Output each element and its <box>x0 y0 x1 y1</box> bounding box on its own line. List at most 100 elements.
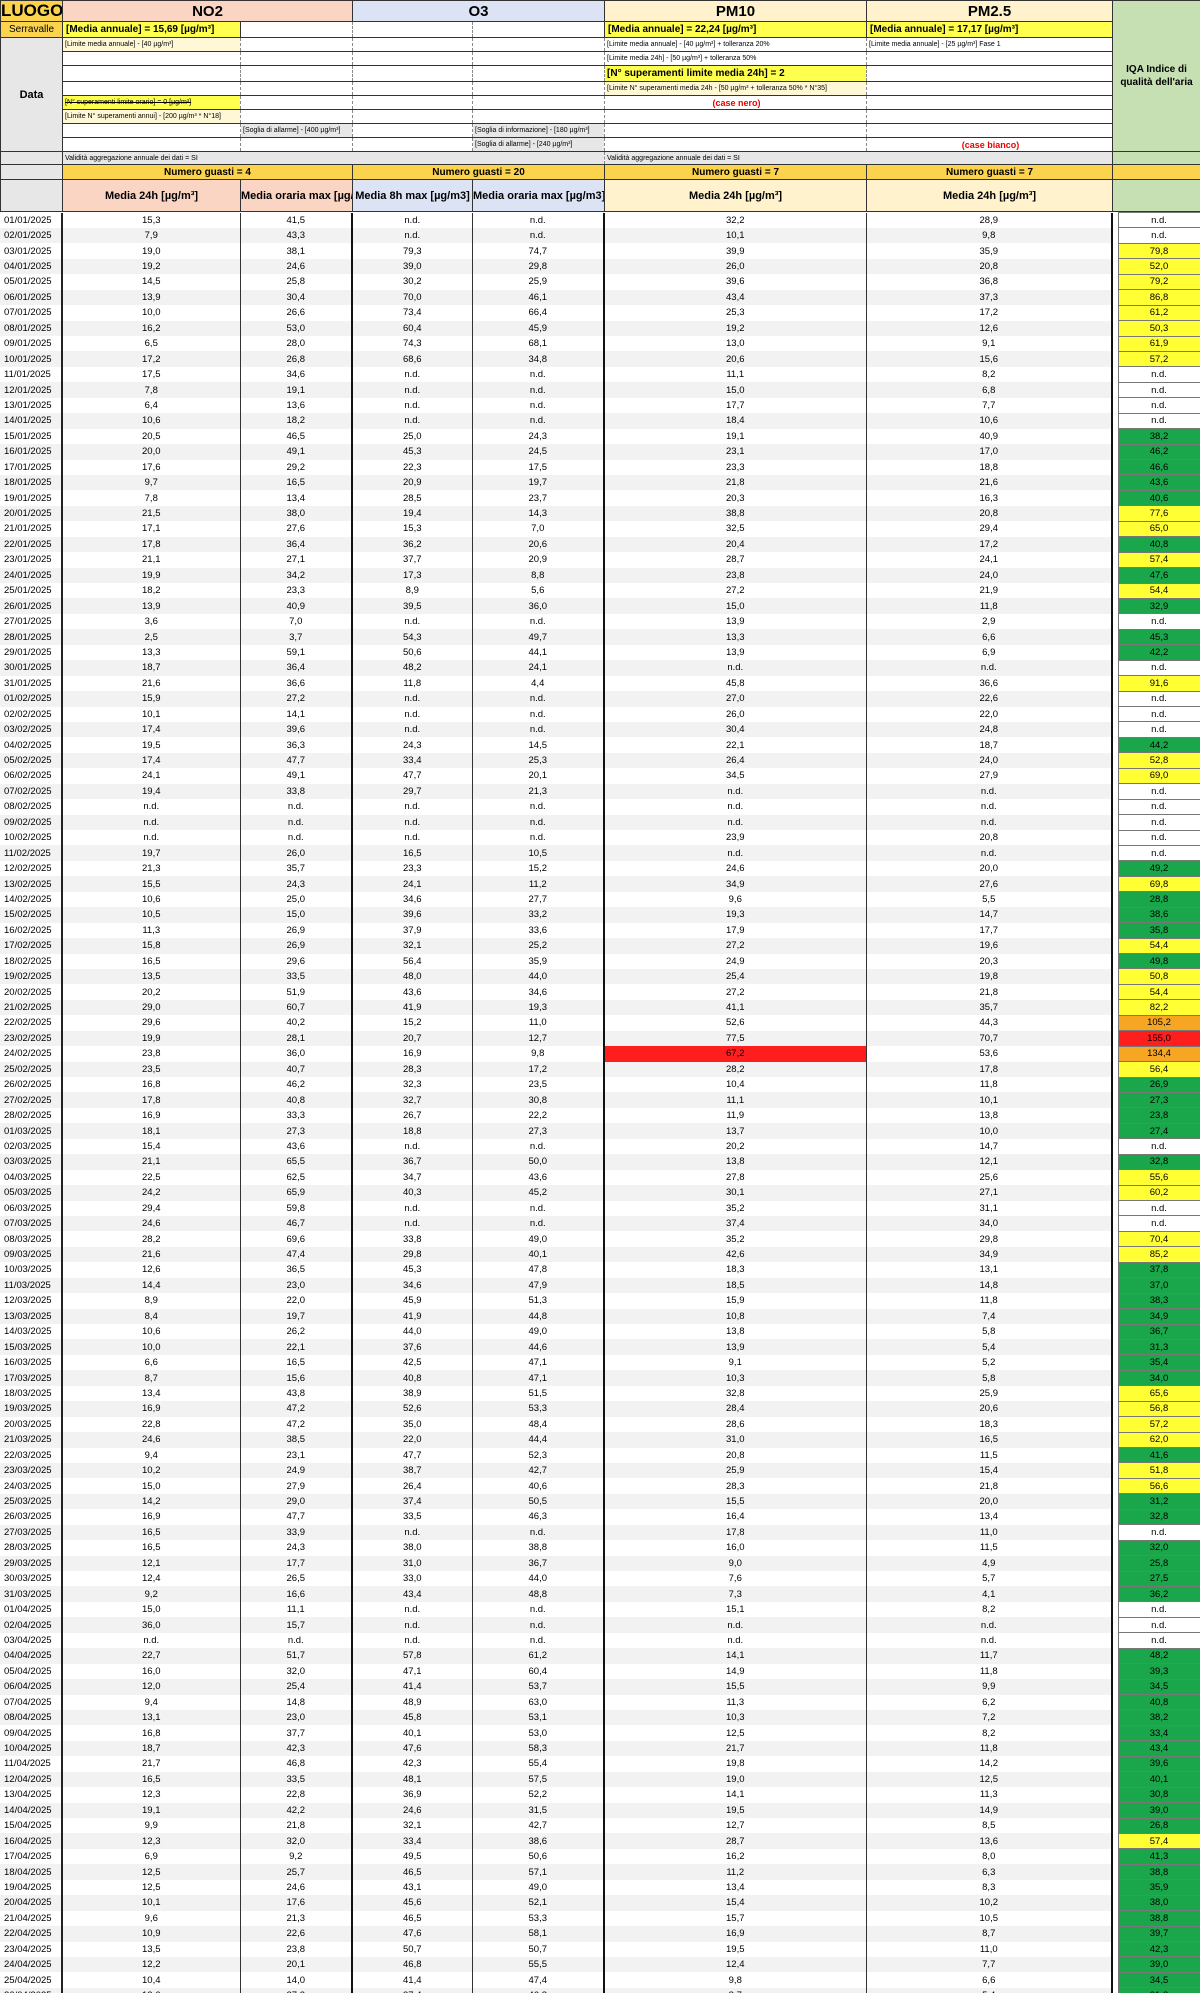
cell-iqa: 134,4 <box>1117 1045 1200 1063</box>
cell-date: 06/04/2025 <box>0 1679 63 1695</box>
cell-no2-24h: 16,0 <box>62 1663 241 1680</box>
cell-no2-max: 22,8 <box>240 1787 353 1803</box>
table-row: 24/02/2025 23,8 36,0 16,9 9,8 67,2 53,6 134,4 <box>0 1045 1200 1063</box>
table-row: 28/02/2025 16,9 33,3 26,7 22,2 11,9 13,8 23,8 <box>0 1107 1200 1124</box>
cell-o3-8h: 48,9 <box>352 1694 473 1710</box>
cell-no2-24h: 16,5 <box>62 1540 241 1556</box>
cell-pm10-24h: 43,4 <box>604 289 867 306</box>
cell-o3-max: 10,5 <box>472 845 605 861</box>
cell-iqa: 30,8 <box>1117 1786 1200 1804</box>
cell-no2-max: 62,5 <box>240 1169 353 1186</box>
cell-date: 17/01/2025 <box>0 459 63 475</box>
table-row: 24/04/2025 12,2 20,1 46,8 55,5 12,4 7,7 39,0 <box>0 1956 1200 1973</box>
cell-pm10-24h: 34,9 <box>604 876 867 892</box>
table-row: 24/01/2025 19,9 34,2 17,3 8,8 23,8 24,0 47,6 <box>0 567 1200 584</box>
cell-iqa: n.d. <box>1117 1199 1200 1217</box>
cell-iqa: 54,4 <box>1117 937 1200 955</box>
cell-o3-8h: 22,3 <box>352 459 473 475</box>
cell-date: 30/03/2025 <box>0 1571 63 1587</box>
cell-iqa: n.d. <box>1117 705 1200 723</box>
cell-date: 21/03/2025 <box>0 1432 63 1448</box>
cell-pm10-24h: 9,8 <box>604 1972 867 1988</box>
cell-date: 13/01/2025 <box>0 397 63 414</box>
cell-no2-24h: 12,1 <box>62 1555 241 1571</box>
cell-pm25-24h: 5,5 <box>866 891 1113 908</box>
cell-date: 13/03/2025 <box>0 1308 63 1324</box>
cell-pm25-24h: 7,4 <box>866 1308 1113 1324</box>
cell-no2-24h: 13,9 <box>62 289 241 306</box>
cell-date: 24/02/2025 <box>0 1046 63 1062</box>
cell-date: 02/02/2025 <box>0 706 63 722</box>
cell-no2-24h: 13,6 <box>62 1987 241 1993</box>
cell-pm25-24h: 16,3 <box>866 490 1113 506</box>
cell-date: 04/04/2025 <box>0 1648 63 1664</box>
cell-o3-8h: 48,0 <box>352 968 473 985</box>
cell-no2-24h: n.d. <box>62 814 241 830</box>
cell-o3-max: 11,0 <box>472 1015 605 1031</box>
cell-pm25-24h: 20,6 <box>866 1401 1113 1417</box>
cell-pm10-24h: 19,2 <box>604 320 867 336</box>
cell-no2-24h: 36,0 <box>62 1617 241 1633</box>
cell-o3-max: 20,6 <box>472 536 605 553</box>
table-row: 21/04/2025 9,6 21,3 46,5 53,3 15,7 10,5 38,8 <box>0 1910 1200 1927</box>
cell-date: 01/01/2025 <box>0 212 63 228</box>
table-row: 14/03/2025 10,6 26,2 44,0 49,0 13,8 5,8 36,7 <box>0 1323 1200 1340</box>
cell-no2-24h: 12,6 <box>62 1262 241 1278</box>
cell-no2-max: 53,0 <box>240 320 353 336</box>
pm10-limite-annuale: [Limite media annuale] - [40 µg/m³] + to… <box>604 37 868 52</box>
cell-date: 08/04/2025 <box>0 1709 63 1726</box>
cell-iqa: n.d. <box>1117 783 1200 800</box>
cell-pm25-24h: 11,8 <box>866 1740 1113 1757</box>
cell-no2-24h: 7,9 <box>62 227 241 244</box>
cell-pm25-24h: n.d. <box>866 1617 1113 1633</box>
cell-iqa: 38,8 <box>1117 1910 1200 1927</box>
cell-no2-24h: 21,6 <box>62 675 241 692</box>
cell-no2-max: 17,6 <box>240 1895 353 1911</box>
table-row: 11/02/2025 19,7 26,0 16,5 10,5 n.d. n.d. n.d. <box>0 844 1200 862</box>
cell-o3-8h: 19,4 <box>352 505 473 522</box>
table-row: 23/01/2025 21,1 27,1 37,7 20,9 28,7 24,1 57,4 <box>0 551 1200 569</box>
cell-no2-24h: 22,7 <box>62 1648 241 1664</box>
cell-pm10-24h: 52,6 <box>604 1015 867 1031</box>
cell-date: 27/02/2025 <box>0 1092 63 1108</box>
cell-no2-24h: 21,1 <box>62 552 241 568</box>
cell-pm10-24h: 38,8 <box>604 505 867 522</box>
cell-no2-24h: 9,7 <box>62 474 241 491</box>
cell-no2-24h: 6,4 <box>62 397 241 414</box>
cell-pm10-24h: 24,6 <box>604 860 867 877</box>
cell-no2-max: 39,6 <box>240 721 353 738</box>
cell-no2-24h: 16,8 <box>62 1077 241 1093</box>
cell-iqa: 46,2 <box>1117 443 1200 461</box>
cell-o3-8h: n.d. <box>352 1200 473 1216</box>
cell-pm25-24h: 22,0 <box>866 706 1113 722</box>
cell-o3-8h: 41,9 <box>352 999 473 1016</box>
table-row: 06/04/2025 12,0 25,4 41,4 53,7 15,5 9,9 34,5 <box>0 1678 1200 1696</box>
cell-pm25-24h: 29,8 <box>866 1231 1113 1247</box>
cell-o3-8h: 22,0 <box>352 1432 473 1448</box>
cell-iqa: n.d. <box>1117 381 1200 399</box>
cell-pm25-24h: 15,4 <box>866 1462 1113 1479</box>
cell-pm25-24h: 12,6 <box>866 320 1113 336</box>
cell-pm25-24h: 20,3 <box>866 953 1113 969</box>
cell-pm10-24h: 25,3 <box>604 305 867 321</box>
cell-pm10-24h: 14,9 <box>604 1663 867 1680</box>
cell-iqa: 27,5 <box>1117 1570 1200 1587</box>
cell-no2-max: 46,2 <box>240 1077 353 1093</box>
table-row: 07/02/2025 19,4 33,8 29,7 21,3 n.d. n.d. n.d. <box>0 783 1200 800</box>
cell-pm10-24h: 32,2 <box>604 212 867 228</box>
cell-pm10-24h: 19,3 <box>604 907 867 923</box>
cell-date: 14/03/2025 <box>0 1324 63 1340</box>
cell-date: 22/03/2025 <box>0 1447 63 1463</box>
cell-o3-8h: 32,1 <box>352 938 473 954</box>
cell-no2-24h: 12,0 <box>62 1679 241 1695</box>
cell-date: 17/02/2025 <box>0 938 63 954</box>
table-row: 03/03/2025 21,1 65,5 36,7 50,0 13,8 12,1 32,8 <box>0 1153 1200 1171</box>
cell-date: 21/01/2025 <box>0 521 63 537</box>
cell-pm10-24h: 13,4 <box>604 1879 867 1896</box>
table-row: 14/04/2025 19,1 42,2 24,6 31,5 19,5 14,9 39,0 <box>0 1802 1200 1819</box>
cell-no2-24h: 8,4 <box>62 1308 241 1324</box>
cell-o3-max: 38,8 <box>472 1540 605 1556</box>
cell-no2-24h: 19,9 <box>62 1030 241 1047</box>
cell-pm25-24h: 31,1 <box>866 1200 1113 1216</box>
cell-pm10-24h: 13,9 <box>604 644 867 661</box>
